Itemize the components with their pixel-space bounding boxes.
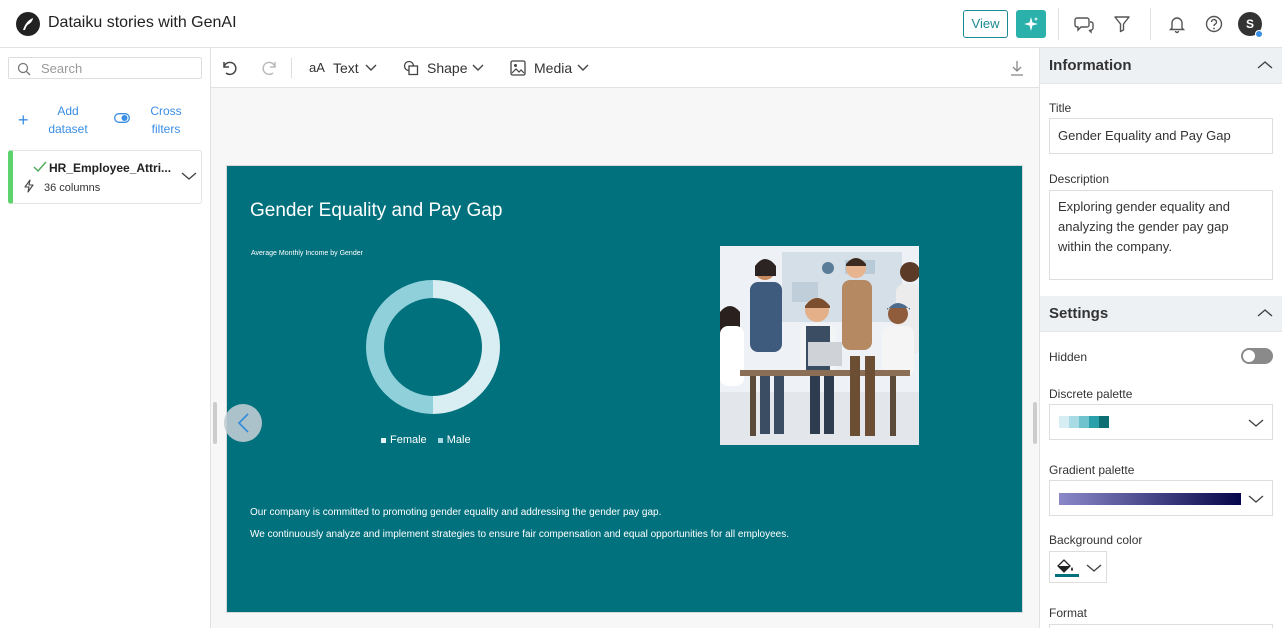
gradient-palette-select[interactable] xyxy=(1049,480,1273,516)
discrete-palette-preview xyxy=(1059,416,1109,428)
shape-tool-button[interactable]: Shape xyxy=(427,60,467,76)
undo-icon[interactable] xyxy=(220,59,238,77)
chart-legend: Female Male xyxy=(381,434,479,446)
donut-chart[interactable] xyxy=(227,166,627,456)
dataset-name: HR_Employee_Attri... xyxy=(49,161,172,175)
hidden-field-label: Hidden xyxy=(1049,350,1088,364)
shape-icon[interactable] xyxy=(403,60,419,76)
legend-label: Male xyxy=(446,434,471,446)
slide-body-text-line-1[interactable]: Our company is committed to promoting ge… xyxy=(250,507,661,518)
gradient-palette-label: Gradient palette xyxy=(1049,463,1135,477)
team-illustration xyxy=(720,246,919,445)
help-icon[interactable] xyxy=(1204,14,1224,34)
dataiku-logo-icon[interactable] xyxy=(16,12,40,36)
chevron-down-icon xyxy=(1248,419,1264,427)
legend-swatch xyxy=(437,437,443,443)
legend-item-male[interactable]: Male xyxy=(437,434,471,446)
information-section-title: Information xyxy=(1049,57,1132,74)
chevron-down-icon xyxy=(1248,495,1264,503)
chevron-down-icon[interactable] xyxy=(577,64,589,72)
chevron-down-icon[interactable] xyxy=(365,64,377,72)
download-icon[interactable] xyxy=(1010,60,1024,76)
toolbar-divider xyxy=(291,58,292,78)
previous-slide-button[interactable] xyxy=(224,404,262,442)
properties-panel: Information Title Gender Equality and Pa… xyxy=(1039,48,1282,628)
palette-swatch xyxy=(1059,416,1069,428)
legend-swatch xyxy=(381,437,386,443)
header-divider xyxy=(1150,8,1151,40)
header-divider xyxy=(1058,8,1059,40)
lightning-icon xyxy=(24,179,34,193)
description-textarea[interactable]: Exploring gender equality and analyzing … xyxy=(1049,190,1273,280)
filter-icon[interactable] xyxy=(1112,14,1132,34)
chevron-down-icon[interactable] xyxy=(472,64,484,72)
sparkle-icon xyxy=(1024,17,1038,31)
background-color-picker[interactable] xyxy=(1049,551,1107,583)
chevron-left-icon xyxy=(237,413,249,433)
slide-body-text-line-2[interactable]: We continuously analyze and implement st… xyxy=(250,529,789,540)
dataset-card[interactable]: HR_Employee_Attri... 36 columns xyxy=(8,150,202,204)
palette-swatch xyxy=(1089,416,1099,428)
genai-button[interactable] xyxy=(1016,10,1046,38)
chevron-down-icon[interactable] xyxy=(181,171,197,181)
settings-section-title: Settings xyxy=(1049,305,1109,322)
palette-swatch xyxy=(1099,416,1109,428)
search-placeholder: Search xyxy=(41,61,83,76)
story-canvas: Gender Equality and Pay Gap Average Mont… xyxy=(211,88,1039,628)
online-status-dot xyxy=(1255,30,1263,38)
media-image-icon[interactable] xyxy=(510,60,526,76)
app-header: Dataiku stories with GenAI View S xyxy=(0,0,1282,48)
plus-icon[interactable]: + xyxy=(18,110,29,131)
cross-filter-toggle-icon[interactable] xyxy=(114,113,130,123)
media-tool-button[interactable]: Media xyxy=(534,60,572,76)
toggle-knob xyxy=(1243,350,1255,362)
palette-swatch xyxy=(1069,416,1079,428)
legend-label: Female xyxy=(390,434,427,446)
paint-bucket-icon xyxy=(1055,559,1079,577)
legend-item-female[interactable]: Female xyxy=(381,434,427,446)
donut-slice-male[interactable] xyxy=(366,280,434,414)
chevron-down-icon xyxy=(1086,564,1102,572)
search-input[interactable]: Search xyxy=(8,57,202,79)
title-input[interactable]: Gender Equality and Pay Gap xyxy=(1049,118,1273,154)
app-title: Dataiku stories with GenAI xyxy=(48,14,237,31)
right-panel-resize-handle[interactable] xyxy=(1033,402,1037,444)
text-tool-icon[interactable]: aA xyxy=(309,60,325,75)
gradient-palette-preview xyxy=(1059,493,1241,505)
cross-filters-button[interactable]: Cross filters xyxy=(144,102,188,138)
chevron-up-icon[interactable] xyxy=(1257,308,1273,318)
comments-icon[interactable] xyxy=(1074,14,1094,34)
discrete-palette-select[interactable] xyxy=(1049,404,1273,440)
background-color-label: Background color xyxy=(1049,533,1143,547)
dataset-columns-count: 36 columns xyxy=(44,182,101,194)
chevron-up-icon[interactable] xyxy=(1257,60,1273,70)
check-icon xyxy=(33,161,47,173)
title-field-label: Title xyxy=(1049,101,1072,115)
editor-toolbar: aA Text Shape Media xyxy=(211,48,1039,88)
view-button[interactable]: View xyxy=(963,10,1008,38)
left-sidebar: Search + Add dataset Cross filters HR_Em… xyxy=(0,48,211,628)
description-field-label: Description xyxy=(1049,172,1110,186)
team-illustration-image[interactable] xyxy=(720,246,919,445)
redo-icon[interactable] xyxy=(261,59,279,77)
left-panel-resize-handle[interactable] xyxy=(213,402,217,444)
story-slide[interactable]: Gender Equality and Pay Gap Average Mont… xyxy=(226,165,1023,613)
information-section-header[interactable]: Information xyxy=(1040,48,1282,84)
discrete-palette-label: Discrete palette xyxy=(1049,387,1133,401)
settings-section-header[interactable]: Settings xyxy=(1040,296,1282,332)
text-tool-button[interactable]: Text xyxy=(333,60,359,76)
format-select[interactable] xyxy=(1049,624,1273,628)
hidden-toggle[interactable] xyxy=(1241,348,1273,364)
donut-slice-female[interactable] xyxy=(432,280,500,414)
notifications-bell-icon[interactable] xyxy=(1167,14,1187,34)
search-icon xyxy=(17,62,31,76)
palette-swatch xyxy=(1079,416,1089,428)
format-field-label: Format xyxy=(1049,606,1088,620)
add-dataset-button[interactable]: Add dataset xyxy=(46,102,90,138)
